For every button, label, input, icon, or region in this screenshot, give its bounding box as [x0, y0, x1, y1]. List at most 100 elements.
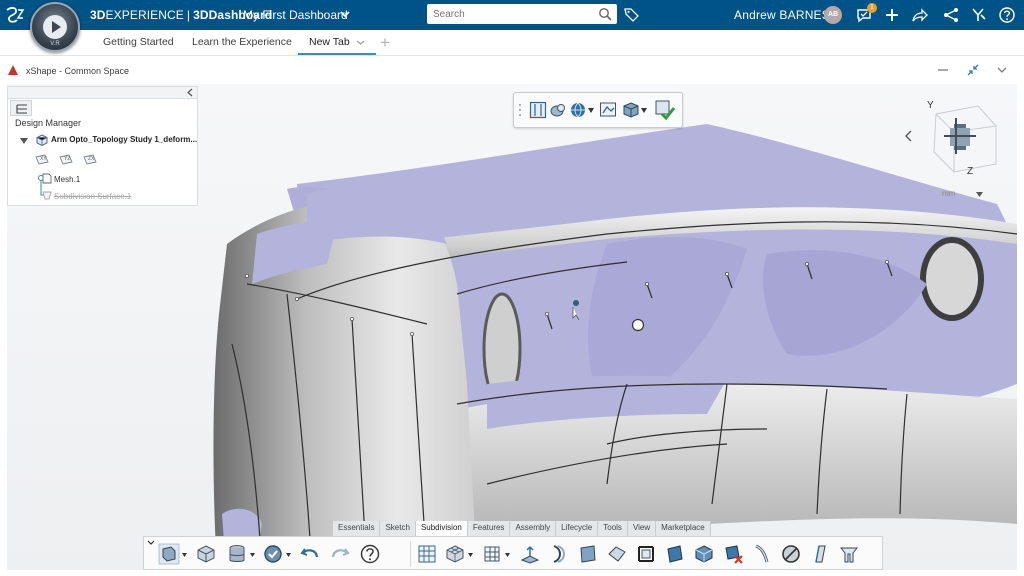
chevron-down-icon[interactable] — [147, 540, 155, 546]
axis-y-label: Y — [927, 100, 934, 111]
play-icon[interactable] — [43, 15, 67, 39]
subdivide-icon[interactable] — [444, 543, 466, 565]
tab-getting-started[interactable]: Getting Started — [103, 36, 174, 48]
axis-z-label: Z — [967, 166, 974, 177]
update-icon[interactable] — [262, 543, 284, 565]
share-icon[interactable] — [911, 6, 929, 24]
extrude-icon[interactable] — [519, 543, 541, 565]
tab-subdivision[interactable]: Subdivision — [415, 521, 468, 536]
bridge-icon[interactable] — [635, 543, 657, 565]
dashboard-name[interactable]: My First Dashboard — [243, 8, 348, 22]
action-bar-tabs: Essentials Sketch Subdivision Features A… — [333, 521, 711, 536]
curve-icon[interactable] — [548, 543, 570, 565]
cube-view-icon[interactable] — [622, 101, 640, 119]
network-icon[interactable] — [942, 6, 960, 24]
chevron-left-icon[interactable] — [903, 130, 913, 142]
widget-header: xShape - Common Space — [0, 57, 1024, 83]
dropdown-caret-icon[interactable] — [182, 553, 187, 557]
search-icon[interactable] — [598, 7, 612, 21]
unit-select[interactable]: mm — [942, 189, 990, 203]
action-bar — [143, 536, 883, 570]
tab-new-tab[interactable]: New Tab — [309, 36, 350, 48]
tree-icon — [16, 104, 27, 114]
add-tab-icon[interactable]: + — [380, 33, 390, 53]
redo-icon[interactable] — [329, 543, 351, 565]
face-icon[interactable] — [577, 543, 599, 565]
tab-features[interactable]: Features — [467, 521, 511, 536]
tab-tools[interactable]: Tools — [598, 521, 628, 536]
table-icon[interactable] — [416, 543, 438, 565]
tree-view-tab[interactable] — [10, 100, 32, 116]
dropdown-caret-icon[interactable] — [286, 553, 291, 557]
quad-icon[interactable] — [606, 543, 628, 565]
drag-handle-icon[interactable] — [518, 103, 522, 117]
dropdown-caret-icon[interactable] — [588, 108, 594, 113]
mirror-icon[interactable] — [838, 543, 860, 565]
search-box[interactable] — [427, 4, 617, 24]
tab-assembly[interactable]: Assembly — [510, 521, 557, 536]
save-icon[interactable] — [226, 543, 248, 565]
part-icon — [36, 134, 48, 146]
tab-essentials[interactable]: Essentials — [333, 521, 381, 536]
user-name[interactable]: Andrew BARNES — [734, 8, 830, 22]
tab-view[interactable]: View — [627, 521, 657, 536]
expand-caret-icon[interactable] — [20, 138, 28, 144]
chevron-down-icon — [976, 192, 983, 197]
remove-icon[interactable] — [722, 543, 744, 565]
active-tab-indicator — [298, 53, 376, 55]
validate-icon[interactable] — [654, 99, 676, 121]
design-manager-title: Design Manager — [15, 118, 82, 128]
solid-icon[interactable] — [693, 543, 715, 565]
tag-icon[interactable] — [624, 7, 639, 22]
3ds-logo-icon[interactable] — [4, 4, 26, 26]
part-icon[interactable] — [158, 543, 180, 565]
help-icon[interactable] — [359, 543, 381, 565]
dashboard-tab-bar: Getting Started Learn the Experience New… — [0, 30, 1024, 56]
dropdown-caret-icon[interactable] — [468, 553, 473, 557]
dropdown-caret-icon[interactable] — [641, 108, 647, 113]
display-icon[interactable] — [599, 101, 617, 119]
add-icon[interactable] — [883, 6, 901, 24]
box-icon[interactable] — [195, 543, 217, 565]
chevron-down-icon[interactable] — [340, 9, 350, 19]
grid-icon[interactable] — [481, 543, 503, 565]
chevron-left-icon[interactable] — [186, 88, 194, 97]
zx-plane-label: ZX — [88, 156, 95, 162]
dropdown-caret-icon[interactable] — [250, 553, 255, 557]
avatar[interactable]: AB — [824, 6, 842, 24]
shading-icon[interactable] — [549, 101, 567, 119]
dropdown-caret-icon[interactable] — [505, 553, 510, 557]
tree-root-item[interactable]: Arm Opto_Topology Study 1_deform... — [51, 135, 197, 144]
view-toolbar — [513, 92, 683, 128]
tab-learn-the-experience[interactable]: Learn the Experience — [192, 36, 292, 48]
render-icon[interactable] — [569, 101, 587, 119]
separator — [410, 541, 411, 567]
tree-item-subdivision[interactable]: Subdivision Surface.1 — [54, 192, 131, 201]
cut-icon[interactable] — [809, 543, 831, 565]
undo-icon[interactable] — [299, 543, 321, 565]
view-icon[interactable] — [529, 101, 547, 119]
design-manager-header — [8, 87, 197, 99]
chevron-down-icon[interactable] — [996, 64, 1008, 76]
collapse-icon[interactable] — [967, 64, 979, 76]
tab-sketch[interactable]: Sketch — [380, 521, 416, 536]
search-input[interactable] — [427, 4, 587, 24]
chevron-down-icon[interactable] — [356, 38, 365, 47]
compass-version: V.R — [50, 41, 60, 47]
tree-item-mesh[interactable]: Mesh.1 — [54, 175, 80, 184]
axis-compass-icon[interactable] — [926, 100, 1000, 174]
top-bar: 3DEXPERIENCE | 3DDashboard My First Dashbo… — [0, 0, 1024, 30]
circle-icon[interactable] — [780, 543, 802, 565]
apps-icon[interactable] — [970, 6, 988, 24]
compass-play-icon[interactable]: V.R — [30, 2, 80, 52]
xshape-app-icon — [8, 65, 18, 75]
help-icon[interactable] — [998, 6, 1016, 24]
tab-marketplace[interactable]: Marketplace — [656, 521, 711, 536]
mesh-icon — [42, 173, 52, 184]
sweep-icon[interactable] — [751, 543, 773, 565]
design-manager-panel: Design Manager Arm Opto_Topology Study 1… — [7, 86, 198, 206]
shell-icon[interactable] — [664, 543, 686, 565]
minimize-icon[interactable] — [937, 64, 949, 76]
widget-title: xShape - Common Space — [26, 66, 130, 76]
tab-lifecycle[interactable]: Lifecycle — [556, 521, 599, 536]
